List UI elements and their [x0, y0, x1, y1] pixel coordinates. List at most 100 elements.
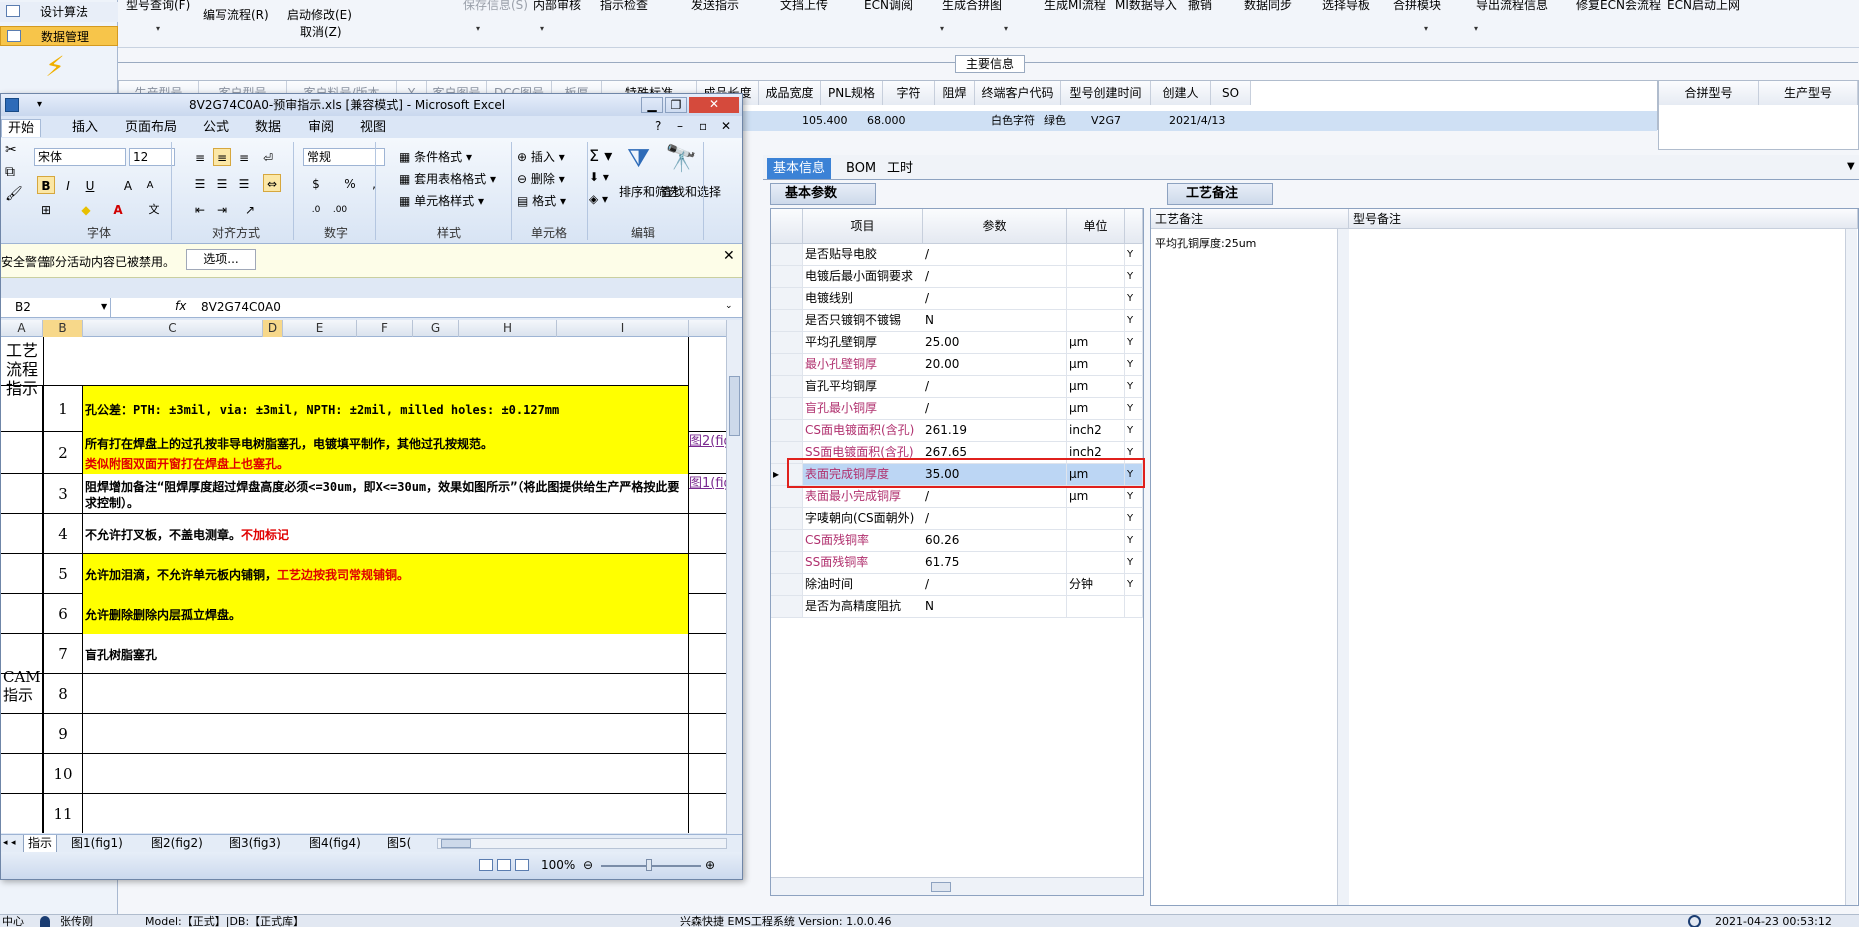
table-format-button[interactable]: ▦ 套用表格格式 ▾ [399, 170, 496, 187]
chevron-down-icon[interactable]: ▾ [1004, 24, 1008, 33]
figure-link[interactable] [689, 714, 726, 754]
grow-font-icon[interactable]: A [119, 176, 137, 194]
nav-item-data[interactable]: 数据管理 [0, 26, 118, 46]
row-selector[interactable] [771, 376, 803, 397]
row-selector[interactable] [771, 530, 803, 551]
table-row[interactable]: 7 盲孔树脂塞孔 [1, 634, 726, 674]
minimize-icon[interactable]: – [677, 119, 683, 133]
grid-cell[interactable]: 68.000 [867, 111, 906, 131]
column-header[interactable]: 成品宽度 [759, 81, 821, 105]
find-select-button[interactable]: 查找和选择 [661, 184, 721, 200]
quick-access-icon[interactable]: ▾ [37, 94, 42, 116]
align-bottom-icon[interactable]: ≡ [235, 148, 253, 166]
column-header-c[interactable]: C [83, 320, 263, 337]
table-row[interactable]: 9 [1, 714, 726, 754]
tab-basic-info[interactable]: 基本信息 [767, 158, 832, 179]
tab-work-hours[interactable]: 工时 [881, 158, 919, 179]
tab-bom[interactable]: BOM [840, 158, 882, 179]
param-row[interactable]: CS面残铜率 60.26 Y [771, 530, 1143, 552]
process-notes-tab[interactable]: 工艺备注 [1167, 183, 1273, 205]
toolbar-item[interactable]: 取消(Z) [300, 23, 342, 40]
worksheet[interactable]: 工艺流程指示 CAM指示 1 孔公差：PTH: ±3mil, via: ±3mil… [1, 337, 726, 833]
italic-icon[interactable]: I [59, 176, 77, 194]
row-selector[interactable] [771, 420, 803, 441]
column-header-g[interactable]: G [413, 320, 459, 337]
sheet-tab[interactable]: 图4(fig4) [305, 835, 365, 852]
find-select-icon[interactable]: 🔭 [665, 144, 697, 174]
figure-link[interactable] [689, 386, 726, 432]
param-row[interactable]: 是否贴导电胶 / Y [771, 244, 1143, 266]
table-row[interactable]: 1 孔公差：PTH: ±3mil, via: ±3mil, NPTH: ±2mil… [1, 386, 726, 432]
cell-instruction[interactable] [83, 794, 689, 833]
param-row[interactable]: 表面最小完成铜厚 / μm Y [771, 486, 1143, 508]
shrink-font-icon[interactable]: A [141, 176, 159, 194]
column-header[interactable]: 字符 [883, 81, 935, 105]
excel-window[interactable]: ▾ 8V2G74C0A0-预审指示.xls [兼容模式] - Microsoft… [0, 93, 743, 880]
merge-model-grid[interactable]: 合拼型号 生产型号 [1658, 80, 1859, 150]
row-selector[interactable] [771, 288, 803, 309]
param-value[interactable]: N [923, 596, 1067, 617]
toolbar-item[interactable]: 保存信息(S) [463, 0, 528, 13]
scrollbar-thumb[interactable] [729, 376, 740, 436]
formula-input[interactable]: 8V2G74C0A0 [201, 298, 281, 317]
figure-link[interactable] [689, 514, 726, 554]
zoom-in-icon[interactable]: ⊕ [705, 852, 715, 879]
param-value[interactable]: / [923, 376, 1067, 397]
cell-instruction[interactable]: 不允许打叉板，不盖电测章。 不加标记 [83, 514, 689, 554]
chevron-down-icon[interactable]: ▾ [540, 24, 544, 33]
column-header[interactable]: 终端客户代码 [975, 81, 1061, 105]
param-row[interactable]: SS面残铜率 61.75 Y [771, 552, 1143, 574]
tab-view[interactable]: 视图 [360, 119, 386, 137]
font-color-icon[interactable]: A [109, 200, 127, 218]
cell-instruction[interactable] [83, 754, 689, 794]
param-value[interactable]: / [923, 244, 1067, 265]
row-selector[interactable] [771, 244, 803, 265]
insert-cells-button[interactable]: ⊕ 插入 ▾ [517, 148, 565, 165]
column-header[interactable]: 合拼型号 [1659, 81, 1759, 105]
chevron-down-icon[interactable]: ▾ [476, 24, 480, 33]
tab-page-layout[interactable]: 页面布局 [125, 119, 177, 137]
column-header[interactable] [1125, 209, 1143, 244]
expand-formula-icon[interactable]: ⌄ [725, 301, 733, 311]
horizontal-scrollbar[interactable] [437, 838, 727, 849]
cell-instruction[interactable]: 所有打在焊盘上的过孔按非导电树脂塞孔，电镀填平制作，其他过孔按规范。 类似附图双面… [83, 432, 689, 474]
align-top-icon[interactable]: ≡ [191, 148, 209, 166]
param-value[interactable]: / [923, 398, 1067, 419]
sheet-tab[interactable]: 图1(fig1) [67, 835, 127, 852]
cut-icon[interactable]: ✂ [5, 142, 17, 158]
phonetic-icon[interactable]: 文 [145, 200, 163, 218]
chevron-down-icon[interactable]: ▾ [1474, 24, 1478, 33]
tab-home[interactable]: 开始 [1, 119, 41, 137]
increase-indent-icon[interactable]: ⇥ [213, 200, 231, 218]
figure-link[interactable] [689, 594, 726, 634]
param-row[interactable]: 电镀线别 / Y [771, 288, 1143, 310]
page-layout-icon[interactable] [497, 859, 511, 871]
table-row[interactable]: 6 允许删除删除内层孤立焊盘。 [1, 594, 726, 634]
toolbar-item[interactable]: 撤销 [1188, 0, 1212, 13]
first-sheet-icon[interactable]: ◂ [3, 835, 8, 852]
number-format-select[interactable]: 常规 [303, 148, 385, 166]
cell-instruction[interactable]: 允许删除删除内层孤立焊盘。 [83, 594, 689, 634]
param-value[interactable]: / [923, 508, 1067, 529]
table-row[interactable]: 10 [1, 754, 726, 794]
column-header-b[interactable]: B [43, 320, 83, 337]
chevron-down-icon[interactable]: ▾ [1424, 24, 1428, 33]
cell-instruction[interactable] [83, 674, 689, 714]
toolbar-item[interactable]: 启动修改(E) [287, 6, 352, 23]
figure-link[interactable] [689, 674, 726, 714]
vertical-scrollbar[interactable] [1845, 229, 1857, 905]
toolbar-item[interactable]: 型号查询(F) [126, 0, 190, 13]
toolbar-item[interactable]: 编写流程(R) [203, 6, 269, 23]
column-header-d[interactable]: D [263, 320, 283, 337]
grid-cell[interactable]: 105.400 [802, 111, 848, 131]
column-header[interactable]: 参数 [923, 209, 1067, 244]
fill-icon[interactable]: ⬇ ▾ [589, 170, 609, 184]
toolbar-item[interactable]: 数据同步 [1244, 0, 1292, 13]
column-header-i[interactable]: I [557, 320, 689, 337]
sheet-tab[interactable]: 指示 [23, 835, 58, 853]
cell-instruction[interactable]: 盲孔树脂塞孔 [83, 634, 689, 674]
toolbar-item[interactable]: 生成合拼图 [942, 0, 1002, 13]
toolbar-item[interactable]: 修复ECN会流程 [1576, 0, 1661, 13]
currency-icon[interactable]: $ [307, 174, 325, 192]
column-header[interactable]: 型号备注 [1349, 209, 1858, 229]
